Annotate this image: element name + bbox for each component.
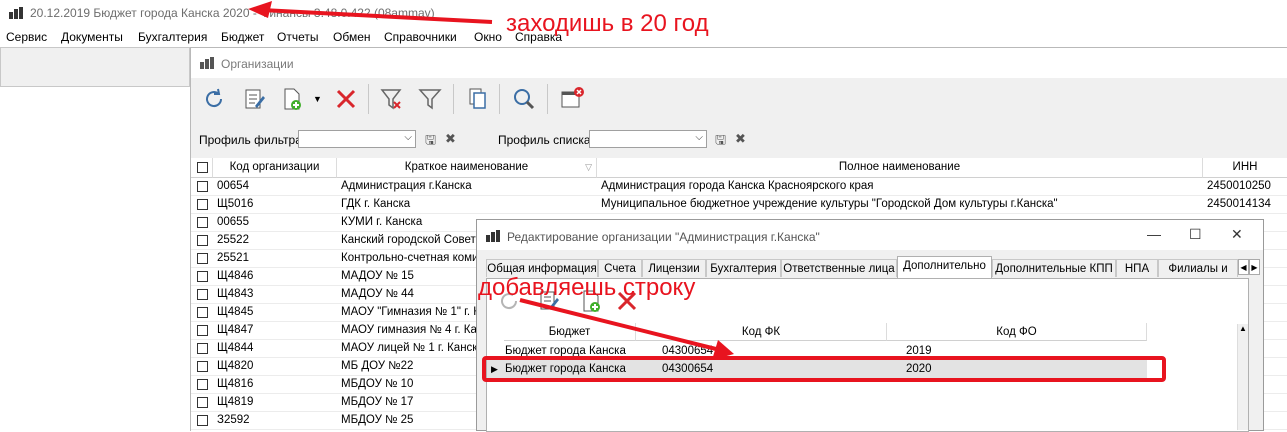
annotation-top: заходишь в 20 год (506, 10, 709, 37)
annotation-overlay (248, 1, 1166, 382)
annotation-middle: добавляешь строку (478, 274, 696, 301)
